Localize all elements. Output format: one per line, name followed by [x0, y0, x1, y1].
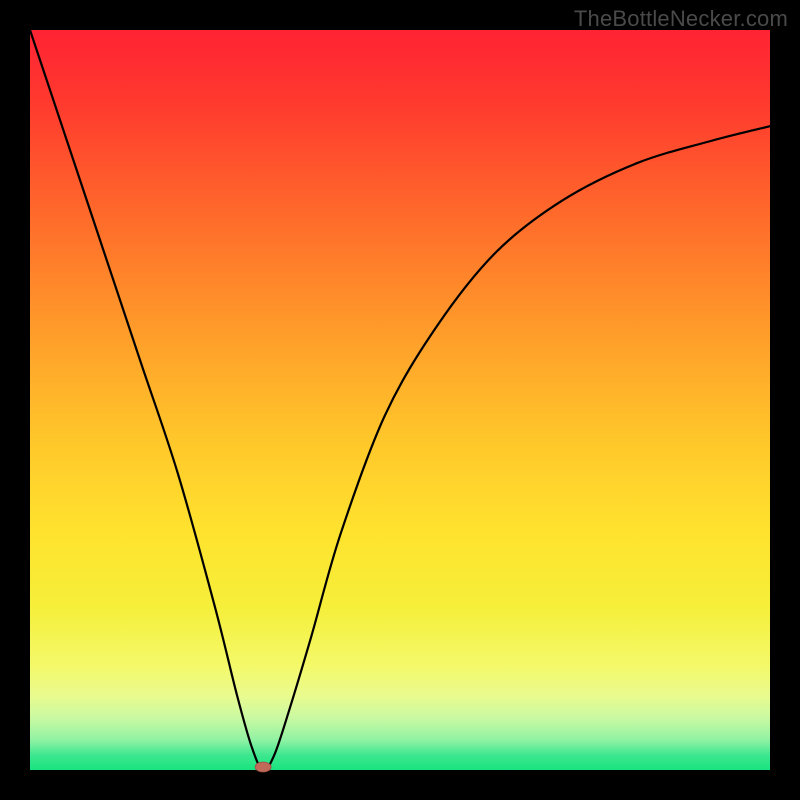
chart-frame: TheBottleNecker.com — [0, 0, 800, 800]
bottleneck-curve — [30, 30, 770, 770]
curve-layer — [30, 30, 770, 770]
plot-area — [30, 30, 770, 770]
min-marker — [255, 762, 271, 772]
attribution-text: TheBottleNecker.com — [574, 6, 788, 32]
